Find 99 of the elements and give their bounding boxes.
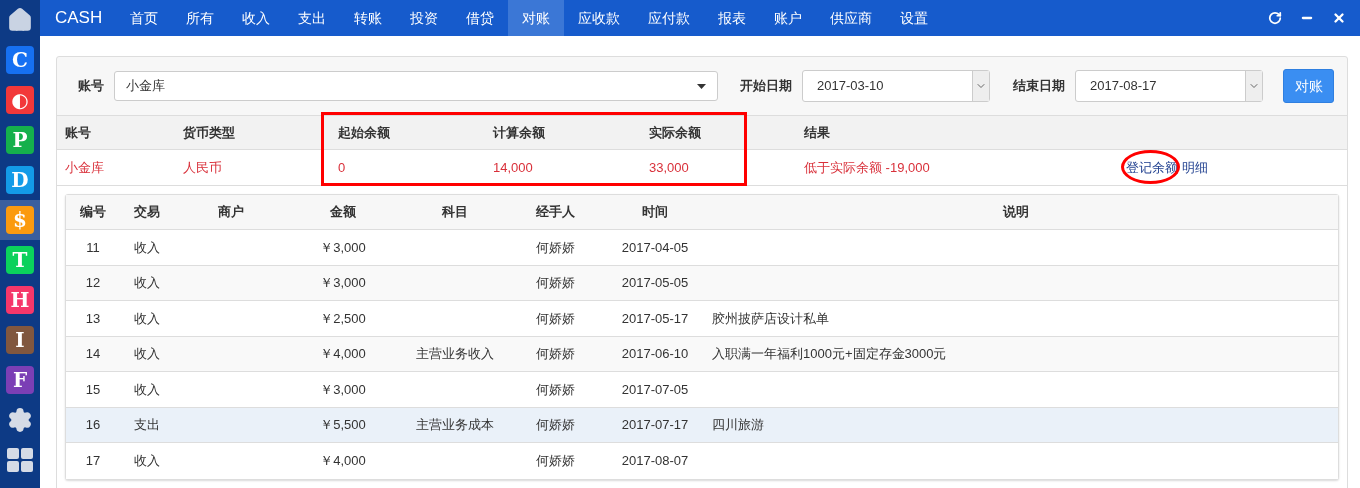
- nav-tab[interactable]: 对账: [508, 0, 565, 36]
- summary-cell-text: 小金库: [64, 158, 105, 177]
- brand-title: CASH: [54, 7, 104, 30]
- table-cell: 16: [85, 417, 101, 432]
- table-row[interactable]: 12 收入 ￥3,000 何娇娇 2017-05-05: [66, 265, 1338, 301]
- table-cell: 主营业务收入: [416, 346, 494, 361]
- table-cell: 14: [85, 346, 101, 361]
- nav-tab[interactable]: 借贷: [452, 0, 509, 36]
- table-row[interactable]: 16 支出 ￥5,500 主营业务成本 何娇娇 2017-07-17 四川旅游: [66, 407, 1338, 443]
- table-cell: ￥4,000: [320, 453, 366, 468]
- column-header: 说明: [1001, 203, 1030, 222]
- action-link[interactable]: 明细: [1182, 159, 1208, 175]
- table-cell: 支出: [134, 417, 160, 432]
- nav-tab[interactable]: 收入: [228, 0, 285, 36]
- column-header: 科目: [441, 203, 469, 222]
- table-cell: 主营业务成本: [416, 417, 494, 432]
- account-select[interactable]: 小金库: [114, 71, 718, 101]
- column-header: 交易: [133, 203, 161, 222]
- app-tile[interactable]: H: [6, 286, 34, 314]
- table-cell: 何娇娇: [535, 381, 575, 397]
- table-cell: 收入: [134, 310, 160, 326]
- caret-icon: [697, 83, 706, 89]
- table-cell: ￥4,000: [320, 346, 366, 361]
- nav-tab[interactable]: 应收款: [564, 0, 635, 36]
- table-cell: 何娇娇: [535, 275, 575, 290]
- table-cell: 2017-05-05: [621, 275, 689, 290]
- table-cell: 收入: [134, 346, 160, 361]
- column-header: 结果: [804, 123, 831, 142]
- summary-cell-text: 人民币: [183, 158, 223, 177]
- table-row[interactable]: 11 收入 ￥3,000 何娇娇 2017-04-05: [66, 230, 1338, 266]
- table-cell: 2017-04-05: [621, 239, 689, 255]
- nav-tab[interactable]: 报表: [704, 0, 761, 36]
- table-cell: 收入: [134, 453, 160, 468]
- nav-tab[interactable]: 投资: [396, 0, 453, 36]
- table-cell: ￥3,000: [320, 381, 366, 397]
- table-cell: 2017-07-05: [621, 381, 689, 397]
- end-date-field[interactable]: 2017-08-17: [1075, 70, 1263, 102]
- table-cell: ￥5,500: [320, 417, 366, 432]
- column-header: 起始余额: [338, 123, 391, 142]
- table-cell: 何娇娇: [535, 239, 575, 255]
- table-cell: ￥3,000: [320, 239, 366, 255]
- column-header: 经手人: [534, 203, 576, 222]
- nav-tab[interactable]: 设置: [886, 0, 943, 36]
- summary-cell-text: 0: [338, 158, 347, 177]
- nav-tab[interactable]: 首页: [116, 0, 173, 36]
- table-cell: 何娇娇: [535, 346, 575, 361]
- table-cell: ￥3,000: [320, 275, 366, 290]
- column-header: 编号: [79, 203, 107, 222]
- field-label: 结束日期: [1013, 77, 1065, 96]
- app-tile[interactable]: C: [6, 46, 34, 74]
- refresh-icon[interactable]: [1268, 11, 1282, 25]
- table-cell: 收入: [134, 381, 160, 397]
- table-cell: 2017-07-17: [621, 417, 689, 432]
- close-icon[interactable]: [1332, 11, 1346, 25]
- table-cell: ￥2,500: [320, 310, 366, 326]
- table-cell: 2017-06-10: [621, 346, 689, 361]
- table-cell: 17: [85, 453, 101, 468]
- grid-icon[interactable]: [7, 448, 33, 472]
- nav-tab[interactable]: 应付款: [634, 0, 705, 36]
- app-tile[interactable]: I: [6, 326, 34, 354]
- nav-tab[interactable]: 所有: [172, 0, 229, 36]
- table-cell: 胶州披萨店设计私单: [712, 310, 829, 326]
- column-header: 实际余额: [649, 123, 702, 142]
- table-cell: 收入: [134, 275, 160, 290]
- column-header: 货币类型: [183, 123, 236, 142]
- table-cell: 收入: [134, 239, 160, 255]
- field-label: 开始日期: [740, 77, 792, 96]
- summary-cell-text: 14,000: [493, 158, 534, 177]
- reconcile-button[interactable]: 对账: [1283, 69, 1334, 103]
- nav-tab[interactable]: 支出: [284, 0, 341, 36]
- column-header: 计算余额: [493, 123, 546, 142]
- table-cell: 何娇娇: [535, 417, 575, 432]
- table-cell: 2017-05-17: [621, 310, 689, 326]
- column-header: 账号: [64, 123, 92, 142]
- table-row[interactable]: 15 收入 ￥3,000 何娇娇 2017-07-05: [66, 372, 1338, 408]
- start-date-field[interactable]: 2017-03-10: [802, 70, 990, 102]
- column-header: 时间: [641, 203, 669, 222]
- nav-tab[interactable]: 转账: [340, 0, 397, 36]
- nav-tab[interactable]: 账户: [760, 0, 817, 36]
- app-tile[interactable]: ◐: [6, 86, 34, 114]
- column-header: 金额: [329, 203, 357, 222]
- summary-cell-text: 低于实际余额 -19,000: [804, 158, 931, 177]
- column-header: 商户: [217, 203, 245, 222]
- table-row[interactable]: 14 收入 ￥4,000 主营业务收入 何娇娇 2017-06-10 入职满一年福利1000元+固定存金3000元: [66, 336, 1338, 372]
- table-cell: 何娇娇: [535, 453, 575, 468]
- table-row[interactable]: 17 收入 ￥4,000 何娇娇 2017-08-07: [66, 443, 1338, 479]
- table-cell: 入职满一年福利1000元+固定存金3000元: [712, 346, 947, 361]
- summary-cell-text: 33,000: [649, 158, 690, 177]
- table-cell: 15: [85, 381, 101, 397]
- table-cell: 2017-08-07: [621, 453, 689, 468]
- table-row[interactable]: 13 收入 ￥2,500 何娇娇 2017-05-17 胶州披萨店设计私单: [66, 301, 1338, 337]
- table-cell: 11: [86, 239, 100, 255]
- nav-tab[interactable]: 供应商: [816, 0, 887, 36]
- table-cell: 12: [85, 275, 101, 290]
- app-tile[interactable]: F: [6, 366, 34, 394]
- field-label: 账号: [78, 77, 104, 96]
- table-cell: 何娇娇: [535, 310, 575, 326]
- table-cell: 13: [85, 310, 101, 326]
- table-cell: 四川旅游: [712, 417, 764, 432]
